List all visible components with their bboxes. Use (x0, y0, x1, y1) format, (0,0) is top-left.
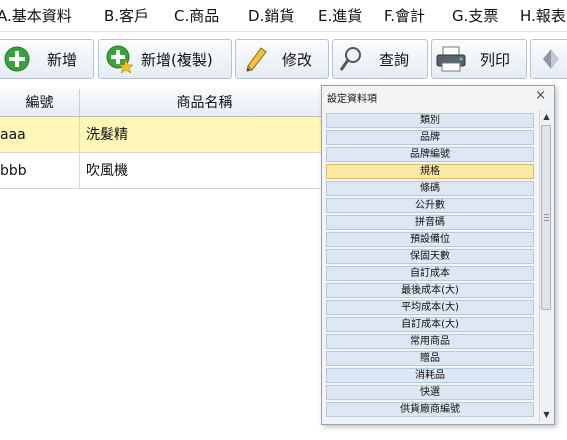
add-copy-button[interactable]: 新增(複製) (98, 39, 232, 79)
list-item[interactable]: 自訂成本 (326, 266, 534, 281)
add-button[interactable]: 新增 (0, 39, 94, 79)
print-button[interactable]: 列印 (431, 39, 527, 79)
list-item[interactable]: 保固天數 (326, 249, 534, 264)
close-icon[interactable]: × (535, 88, 546, 103)
cell-id[interactable]: aaa (0, 117, 80, 153)
list-item[interactable]: 供貨廠商編號 (326, 402, 534, 417)
magnifier-icon (339, 47, 361, 71)
list-item[interactable]: 品牌 (326, 130, 534, 145)
column-header-name[interactable]: 商品名稱 (80, 89, 330, 117)
print-label: 列印 (480, 51, 511, 69)
field-settings-popup: 設定資料項 × 類別 品牌 品牌編號 規格 條碼 公升數 拼音碼 預設備位 保固… (321, 85, 555, 425)
cell-name[interactable]: 洗髮精 (80, 117, 330, 153)
pencil-icon (246, 47, 267, 72)
menu-customer[interactable]: B.客戶 (104, 5, 149, 27)
menu-purchase[interactable]: E.進貨 (318, 5, 362, 27)
grip-line (544, 220, 549, 221)
plus-star-icon (106, 45, 133, 73)
cell-name[interactable]: 吹風機 (80, 153, 330, 189)
list-item[interactable]: 拼音碼 (326, 215, 534, 230)
product-table: 編號 商品名稱 aaa 洗髮精 bbb 吹風機 (0, 89, 330, 189)
list-item[interactable]: 最後成本(大) (326, 283, 534, 298)
popup-scrollbar[interactable]: ▲ ▼ (539, 110, 552, 422)
arrow-icon (543, 49, 559, 69)
field-list: 類別 品牌 品牌編號 規格 條碼 公升數 拼音碼 預設備位 保固天數 自訂成本 … (326, 110, 538, 420)
printer-icon (436, 46, 466, 72)
grip-line (544, 217, 549, 218)
scroll-down-icon[interactable]: ▼ (540, 408, 553, 421)
scrollbar-thumb[interactable] (541, 125, 551, 310)
list-item[interactable]: 預設備位 (326, 232, 534, 247)
menu-product[interactable]: C.商品 (174, 5, 219, 27)
menu-basic-data[interactable]: A.基本資料 (0, 5, 72, 27)
edit-label: 修改 (282, 51, 313, 69)
plus-circle-icon (4, 46, 30, 72)
query-label: 查詢 (379, 51, 410, 69)
list-item[interactable]: 常用商品 (326, 334, 534, 349)
list-item[interactable]: 公升數 (326, 198, 534, 213)
column-header-id[interactable]: 編號 (0, 89, 80, 117)
add-label: 新增 (47, 51, 78, 69)
list-item[interactable]: 類別 (326, 113, 534, 128)
list-item[interactable]: 品牌編號 (326, 147, 534, 162)
edit-button[interactable]: 修改 (235, 39, 329, 79)
list-item-selected[interactable]: 規格 (326, 164, 534, 179)
cell-id[interactable]: bbb (0, 153, 80, 189)
list-item[interactable]: 消耗品 (326, 368, 534, 383)
add-copy-label: 新增(複製) (141, 51, 213, 69)
list-item[interactable]: 贈品 (326, 351, 534, 366)
menu-cheque[interactable]: G.支票 (452, 5, 498, 27)
list-item[interactable]: 自訂成本(大) (326, 317, 534, 332)
grip-line (544, 214, 549, 215)
menu-accounting[interactable]: F.會計 (384, 5, 425, 27)
menu-report[interactable]: H.報表 (520, 5, 566, 27)
popup-title: 設定資料項 (327, 94, 377, 105)
menu-bar: A.基本資料 B.客戶 C.商品 D.銷貨 E.進貨 F.會計 G.支票 H.報… (0, 0, 567, 32)
list-item[interactable]: 條碼 (326, 181, 534, 196)
next-button[interactable] (530, 39, 567, 79)
scroll-up-icon[interactable]: ▲ (540, 110, 553, 123)
list-item[interactable]: 平均成本(大) (326, 300, 534, 315)
query-button[interactable]: 查詢 (332, 39, 428, 79)
toolbar: 新增 新增(複製) 修改 查詢 列印 (0, 32, 567, 87)
list-item[interactable]: 快選 (326, 385, 534, 400)
menu-sales[interactable]: D.銷貨 (248, 5, 294, 27)
